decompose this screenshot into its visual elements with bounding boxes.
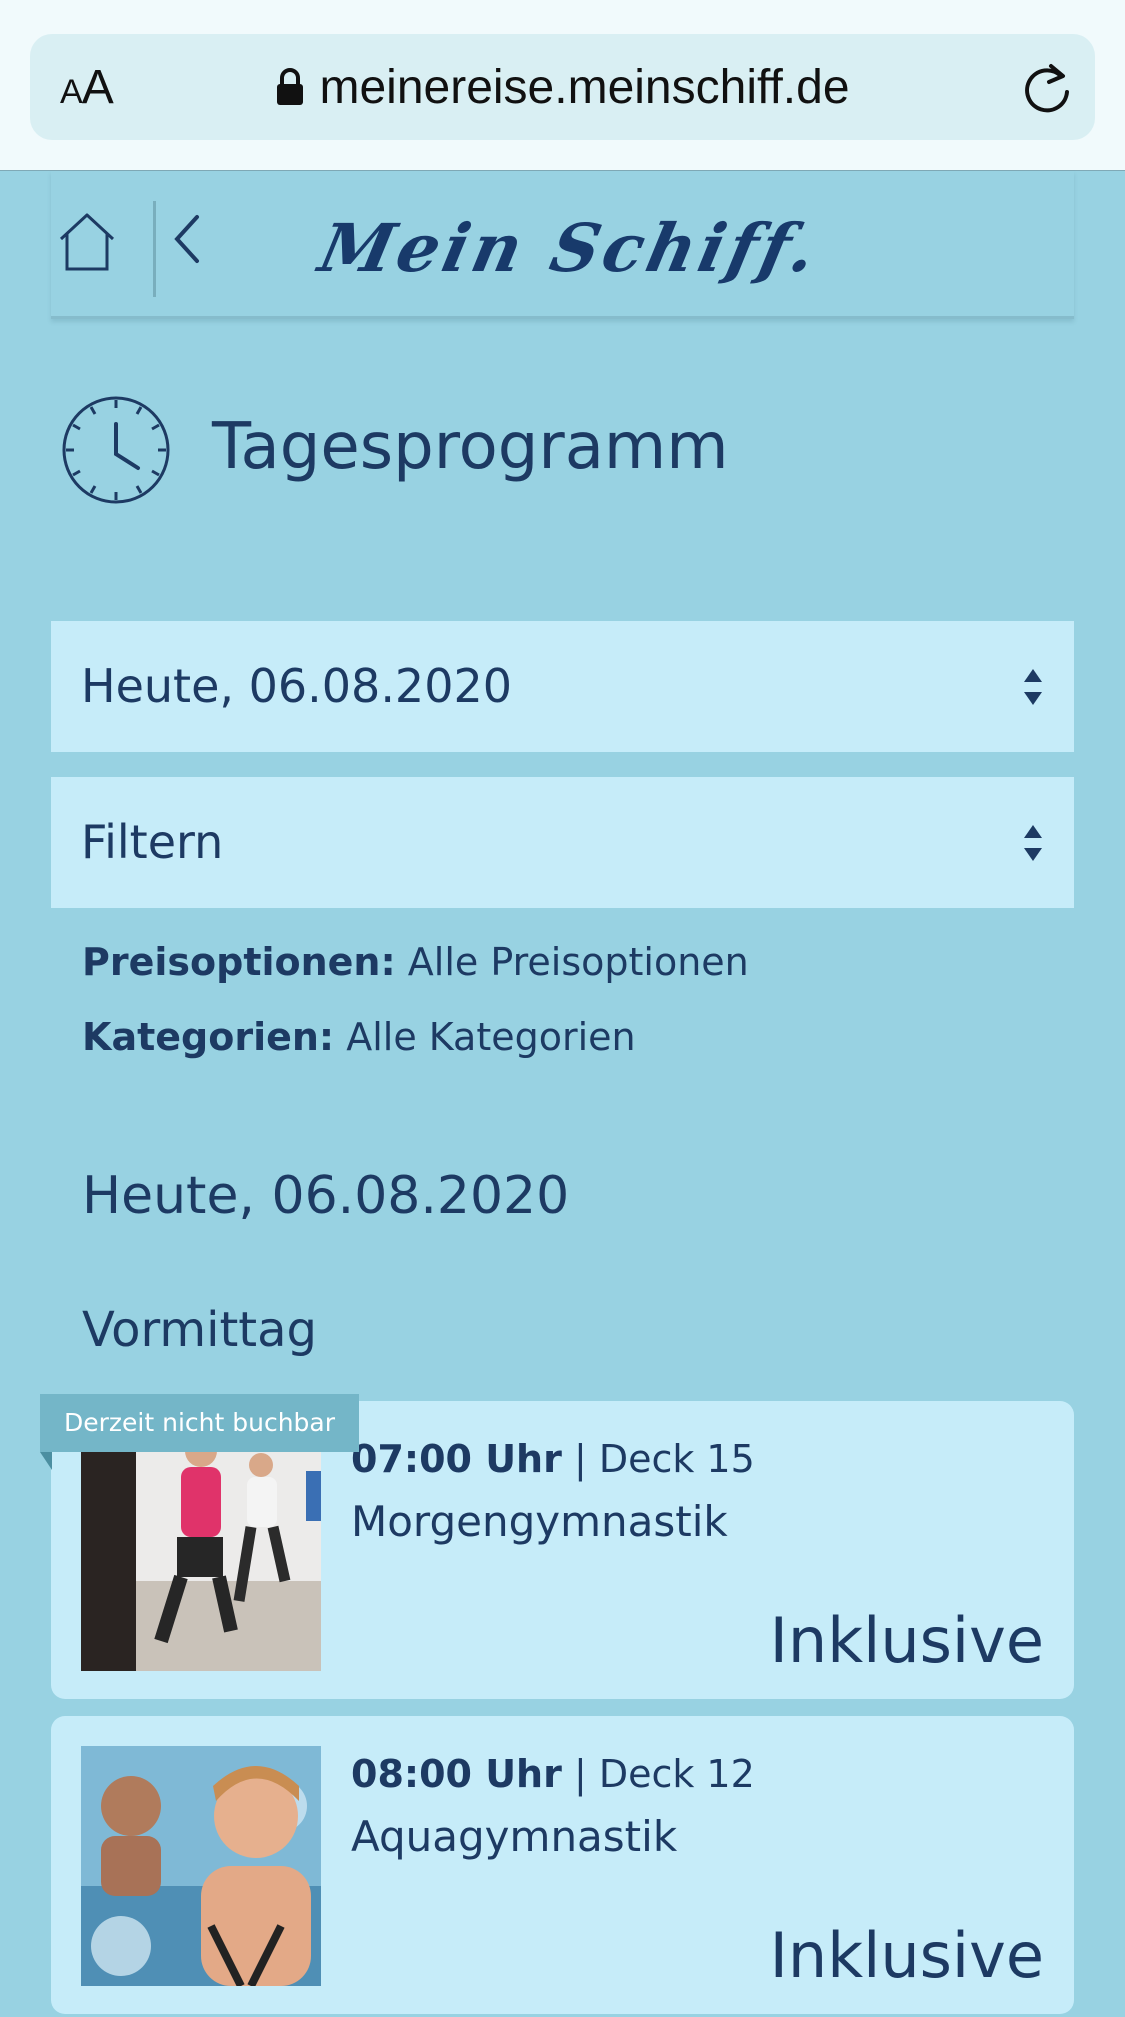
date-select[interactable]: Heute, 06.08.2020 (51, 621, 1074, 752)
browser-address-bar: AA meinereise.meinschiff.de (0, 0, 1125, 171)
event-title: Morgengymnastik (351, 1497, 728, 1546)
price-filter-value: Alle Preisoptionen (407, 940, 749, 984)
price-filter-label: Preisoptionen: (82, 940, 396, 984)
mein-schiff-logo[interactable]: Mein Schiff. (313, 209, 827, 287)
app-header: Mein Schiff. (51, 171, 1074, 319)
date-select-value: Heute, 06.08.2020 (81, 659, 513, 713)
url-display[interactable]: meinereise.meinschiff.de (30, 60, 1095, 119)
category-filter-value: Alle Kategorien (346, 1015, 636, 1059)
section-heading: Vormittag (82, 1302, 317, 1358)
event-image-aquagymnastik (81, 1746, 321, 1986)
event-time-value: 08:00 Uhr (351, 1752, 562, 1796)
event-time-value: 07:00 Uhr (351, 1437, 562, 1481)
event-price: Inklusive (769, 1919, 1044, 1992)
header-divider (153, 201, 156, 297)
select-arrows-icon (1022, 823, 1044, 867)
home-icon[interactable] (57, 211, 117, 277)
lock-icon (275, 64, 305, 119)
event-price: Inklusive (769, 1604, 1044, 1677)
event-title: Aquagymnastik (351, 1812, 678, 1861)
reload-icon[interactable] (1021, 60, 1073, 120)
category-filter-summary: Kategorien: Alle Kategorien (82, 1015, 636, 1059)
badge-fold (40, 1452, 52, 1470)
filter-select[interactable]: Filtern (51, 777, 1074, 908)
select-arrows-icon (1022, 667, 1044, 711)
price-filter-summary: Preisoptionen: Alle Preisoptionen (82, 940, 749, 984)
clock-icon (60, 394, 172, 510)
event-time: 08:00 Uhr | Deck 12 (351, 1752, 755, 1796)
event-image-morgengymnastik (81, 1431, 321, 1671)
status-badge: Derzeit nicht buchbar (40, 1394, 360, 1452)
url-field[interactable]: AA meinereise.meinschiff.de (30, 34, 1095, 140)
event-location: | Deck 15 (573, 1437, 755, 1481)
event-location: | Deck 12 (573, 1752, 755, 1796)
event-time: 07:00 Uhr | Deck 15 (351, 1437, 755, 1481)
url-text: meinereise.meinschiff.de (319, 61, 850, 114)
filter-select-value: Filtern (81, 815, 224, 869)
page-title: Tagesprogramm (212, 410, 729, 484)
event-card[interactable]: 08:00 Uhr | Deck 12 Aquagymnastik Inklus… (51, 1716, 1074, 2014)
back-icon[interactable] (169, 213, 205, 269)
category-filter-label: Kategorien: (82, 1015, 335, 1059)
day-heading: Heute, 06.08.2020 (82, 1166, 570, 1226)
